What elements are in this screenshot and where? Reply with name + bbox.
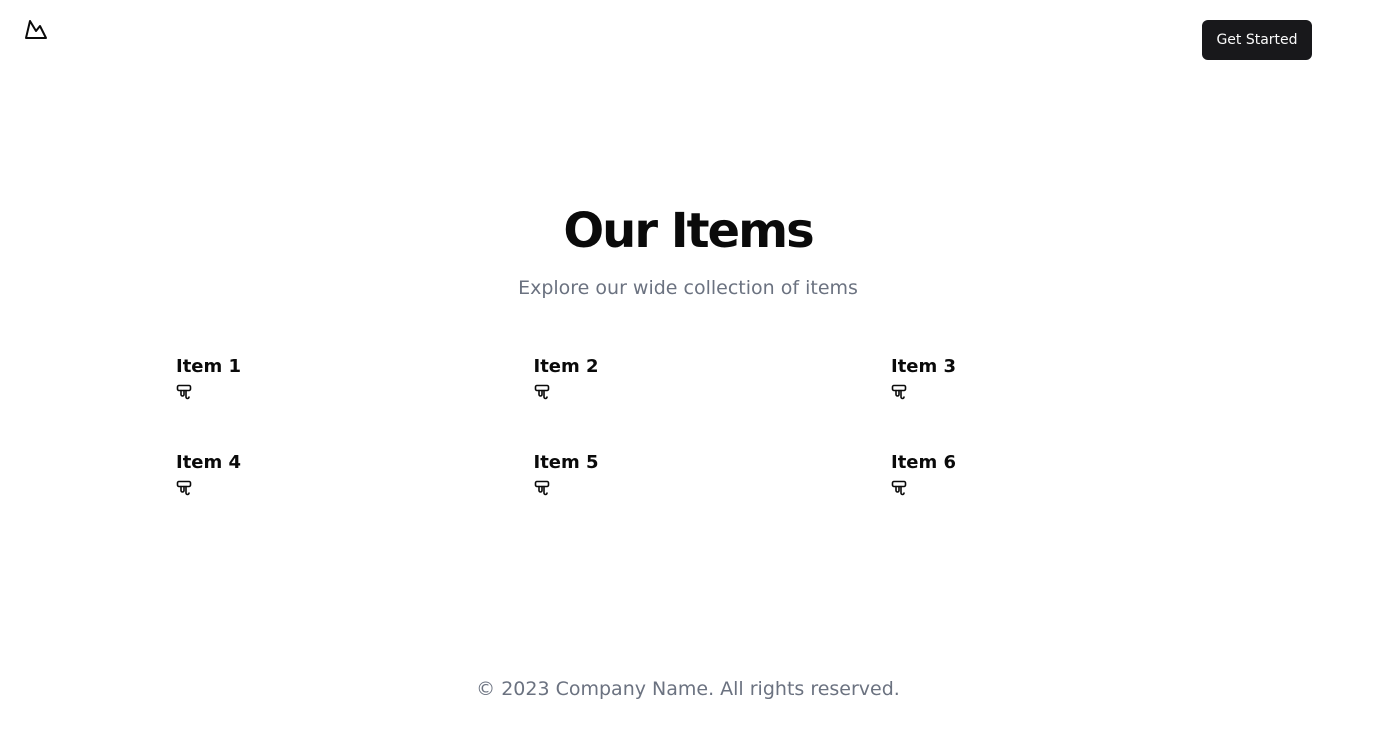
item-card: Item 1 bbox=[176, 354, 534, 404]
mountain-icon bbox=[25, 20, 47, 39]
item-title: Item 1 bbox=[176, 356, 242, 377]
item-card: Item 4 bbox=[176, 450, 534, 500]
item-title: Item 5 bbox=[533, 452, 599, 473]
site-footer: © 2023 Company Name. All rights reserved… bbox=[0, 676, 1376, 702]
item-card: Item 6 bbox=[891, 450, 1216, 500]
landing-page: Get Started Our Items Explore our wide c… bbox=[0, 0, 1376, 753]
paint-roller-icon bbox=[176, 480, 192, 496]
item-title: Item 4 bbox=[176, 452, 242, 473]
page-title: Our Items bbox=[563, 203, 814, 259]
item-card: Item 5 bbox=[534, 450, 892, 500]
items-grid: Item 1 Item 2 Item 3 Item 4 Item 5 Item … bbox=[176, 354, 1216, 500]
paint-roller-icon bbox=[534, 480, 549, 496]
paint-roller-icon bbox=[534, 384, 549, 400]
item-title: Item 6 bbox=[891, 452, 957, 473]
get-started-button[interactable]: Get Started bbox=[1202, 20, 1312, 60]
item-title: Item 3 bbox=[891, 356, 957, 377]
item-card: Item 3 bbox=[891, 354, 1216, 404]
copyright-text: © 2023 Company Name. All rights reserved… bbox=[476, 678, 900, 700]
paint-roller-icon bbox=[891, 384, 907, 400]
paint-roller-icon bbox=[176, 384, 192, 400]
item-card: Item 2 bbox=[534, 354, 892, 404]
paint-roller-icon bbox=[891, 480, 907, 496]
page-subtitle: Explore our wide collection of items bbox=[518, 277, 858, 299]
item-title: Item 2 bbox=[533, 356, 599, 377]
